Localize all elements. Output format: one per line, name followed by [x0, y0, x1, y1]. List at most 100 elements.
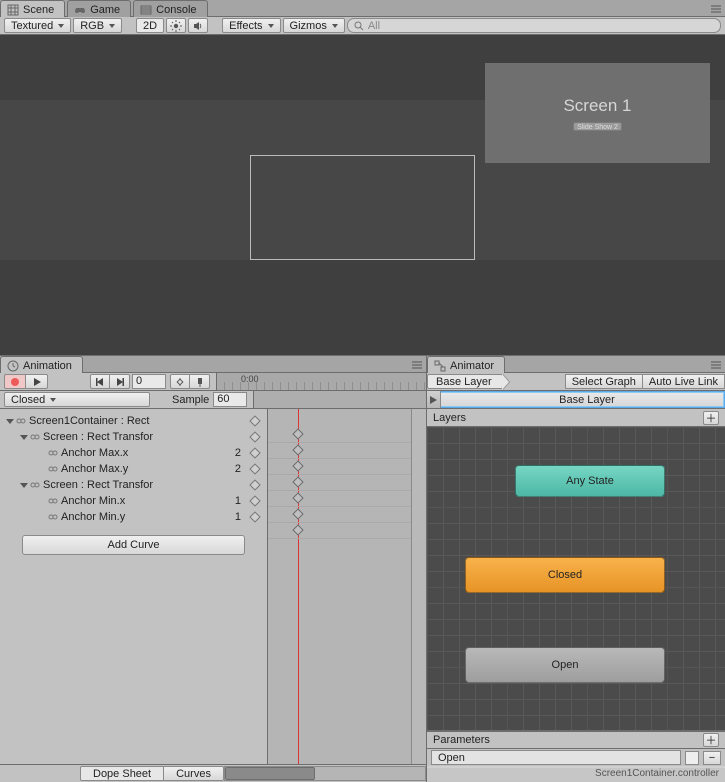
- tab-game[interactable]: Game: [67, 0, 131, 17]
- timeline-hscrollbar[interactable]: [224, 766, 426, 781]
- shading-dropdown[interactable]: Textured: [4, 18, 71, 33]
- tab-animator-label: Animator: [450, 360, 494, 372]
- 2d-label: 2D: [143, 20, 157, 32]
- hierarchy-label: Anchor Max.x: [61, 447, 232, 459]
- node-open[interactable]: Open: [465, 647, 665, 683]
- animator-icon: [434, 360, 446, 372]
- hierarchy-row[interactable]: Anchor Min.y1: [0, 509, 267, 525]
- keyframe-icon[interactable]: [292, 444, 303, 455]
- tab-console-label: Console: [156, 4, 196, 16]
- select-graph-button[interactable]: Select Graph: [565, 374, 643, 389]
- add-event-button[interactable]: [190, 374, 210, 389]
- lighting-toggle[interactable]: [166, 18, 186, 33]
- curves-tab[interactable]: Curves: [164, 766, 224, 781]
- add-keyframe-button[interactable]: [170, 374, 190, 389]
- keyframe-icon[interactable]: [249, 511, 260, 522]
- keyframe-icon[interactable]: [249, 447, 260, 458]
- panel-menu-icon[interactable]: [709, 358, 723, 372]
- hierarchy-value: 1: [235, 511, 241, 523]
- panel-menu-icon[interactable]: [410, 358, 424, 372]
- timeline-vscrollbar[interactable]: [411, 409, 426, 764]
- auto-live-link-toggle[interactable]: Auto Live Link: [643, 374, 725, 389]
- animation-timeline[interactable]: [268, 409, 426, 764]
- audio-toggle[interactable]: [188, 18, 208, 33]
- sample-value: 60: [217, 393, 229, 405]
- timeline-track[interactable]: [268, 427, 426, 443]
- sample-field[interactable]: 60: [213, 392, 247, 407]
- foldout-icon[interactable]: [20, 435, 28, 440]
- node-closed[interactable]: Closed: [465, 557, 665, 593]
- dopesheet-tab[interactable]: Dope Sheet: [80, 766, 164, 781]
- play-icon: [33, 378, 41, 386]
- keyframe-icon[interactable]: [292, 508, 303, 519]
- effects-dropdown[interactable]: Effects: [222, 18, 280, 33]
- game-icon: [74, 4, 86, 16]
- keyframe-icon[interactable]: [249, 463, 260, 474]
- hierarchy-row[interactable]: Anchor Max.x2: [0, 445, 267, 461]
- keyframe-icon[interactable]: [292, 524, 303, 535]
- top-tab-bar: Scene Game Console: [0, 0, 725, 17]
- timeline-track[interactable]: [268, 459, 426, 475]
- animation-panel: Animation 0 0:00: [0, 355, 427, 782]
- hierarchy-row[interactable]: Screen : Rect Transfor: [0, 429, 267, 445]
- frame-value: 0: [136, 375, 142, 387]
- keyframe-icon[interactable]: [292, 428, 303, 439]
- time-ruler[interactable]: 0:00: [216, 373, 426, 390]
- frame-field[interactable]: 0: [132, 374, 166, 389]
- minus-icon: −: [709, 752, 715, 764]
- render-dropdown[interactable]: RGB: [73, 18, 122, 33]
- tab-scene-label: Scene: [23, 4, 54, 16]
- add-parameter-button[interactable]: ＋: [703, 733, 719, 747]
- animator-graph[interactable]: Any State Closed Open: [427, 427, 725, 730]
- node-any-state[interactable]: Any State: [515, 465, 665, 497]
- parameter-checkbox[interactable]: [685, 751, 699, 765]
- link-icon: [30, 480, 40, 490]
- 2d-toggle[interactable]: 2D: [136, 18, 164, 33]
- screen1-panel[interactable]: Screen 1 Slide Show 2: [485, 63, 710, 163]
- tab-animation-label: Animation: [23, 360, 72, 372]
- next-key-button[interactable]: [110, 374, 130, 389]
- hierarchy-value: 2: [235, 447, 241, 459]
- tab-animator[interactable]: Animator: [427, 356, 505, 373]
- panel-menu-icon[interactable]: [709, 2, 723, 16]
- tab-animation[interactable]: Animation: [0, 356, 83, 373]
- screen1-button[interactable]: Slide Show 2: [573, 122, 622, 131]
- link-icon: [16, 416, 26, 426]
- timeline-track[interactable]: [268, 443, 426, 459]
- hierarchy-row[interactable]: Screen : Rect Transfor: [0, 477, 267, 493]
- foldout-icon[interactable]: [6, 419, 14, 424]
- timeline-track[interactable]: [268, 507, 426, 523]
- timeline-track[interactable]: [268, 475, 426, 491]
- layer-dropdown[interactable]: Base Layer: [427, 391, 725, 408]
- keyframe-icon[interactable]: [292, 476, 303, 487]
- tab-scene[interactable]: Scene: [0, 0, 65, 17]
- prev-key-button[interactable]: [90, 374, 110, 389]
- timeline-track[interactable]: [268, 523, 426, 539]
- add-curve-button[interactable]: Add Curve: [22, 535, 245, 555]
- breadcrumb[interactable]: Base Layer: [427, 374, 503, 389]
- timeline-track[interactable]: [268, 491, 426, 507]
- gizmos-dropdown[interactable]: Gizmos: [283, 18, 345, 33]
- tab-console[interactable]: Console: [133, 0, 207, 17]
- hierarchy-row[interactable]: Anchor Min.x1: [0, 493, 267, 509]
- parameter-row[interactable]: Open: [431, 750, 681, 765]
- hierarchy-label: Screen : Rect Transfor: [43, 479, 267, 491]
- foldout-icon[interactable]: [20, 483, 28, 488]
- play-button[interactable]: [26, 374, 48, 389]
- hierarchy-row[interactable]: Anchor Max.y2: [0, 461, 267, 477]
- keyframe-icon[interactable]: [292, 460, 303, 471]
- keyframe-icon[interactable]: [292, 492, 303, 503]
- keyframe-icon[interactable]: [249, 495, 260, 506]
- node-closed-label: Closed: [548, 569, 582, 581]
- add-layer-button[interactable]: ＋: [703, 411, 719, 425]
- scene-search[interactable]: All: [347, 18, 721, 33]
- scene-viewport[interactable]: Screen 1 Slide Show 2: [0, 35, 725, 355]
- plus-icon: ＋: [706, 410, 717, 426]
- next-key-icon: [116, 378, 124, 386]
- clip-dropdown[interactable]: Closed: [4, 392, 150, 407]
- record-button[interactable]: [4, 374, 26, 389]
- scene-toolbar: Textured RGB 2D Effects Gizmos All: [0, 17, 725, 35]
- hierarchy-row[interactable]: Screen1Container : Rect: [0, 413, 267, 429]
- parameter-remove-button[interactable]: −: [703, 751, 721, 765]
- prev-key-icon: [96, 378, 104, 386]
